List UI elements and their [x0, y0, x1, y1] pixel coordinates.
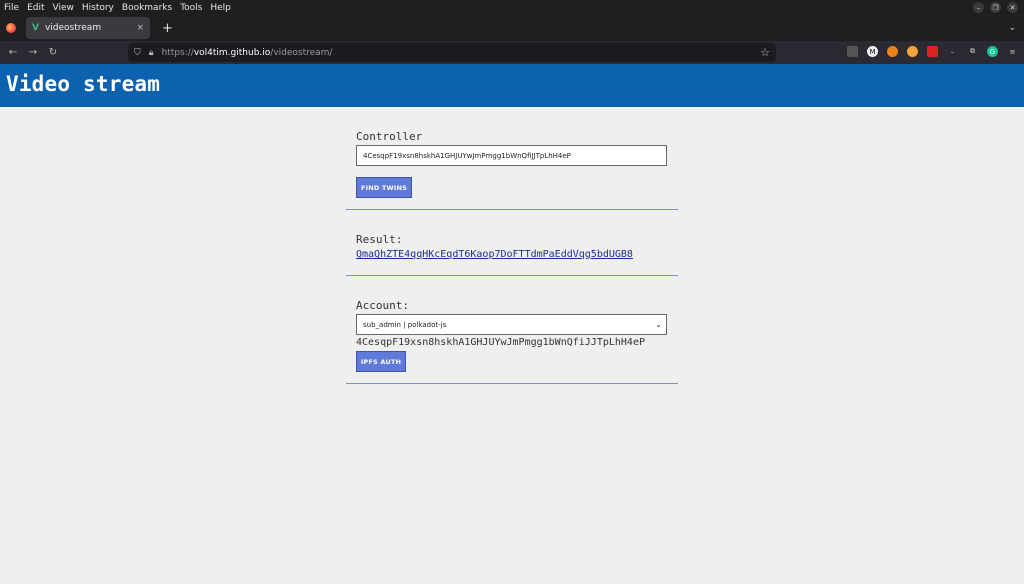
new-tab-button[interactable]: + [162, 21, 173, 36]
account-section: Account: sub_admin | polkadot-js ⌄ 4Cesq… [346, 298, 678, 384]
result-section: Result: QmaQhZTE4qqHKcEqdT6Kaop7DoFTTdmP… [346, 233, 678, 276]
menu-bar: File Edit View History Bookmarks Tools H… [0, 0, 1024, 15]
red-extension-icon[interactable] [927, 46, 938, 57]
account-select-value: sub_admin | polkadot-js [363, 320, 447, 329]
puzzle-extensions-icon[interactable]: ⧉ [967, 46, 978, 57]
forward-icon[interactable]: → [23, 47, 43, 58]
extensions-toolbar: M – ⧉ G ≡ [847, 46, 1018, 57]
account-select[interactable]: sub_admin | polkadot-js ⌄ [356, 314, 667, 335]
tab-videostream[interactable]: V videostream × [26, 17, 150, 39]
minimize-icon[interactable]: – [973, 2, 984, 13]
list-all-tabs-icon[interactable]: ⌄ [1008, 23, 1016, 33]
page-title: Video stream [6, 72, 161, 96]
reload-icon[interactable]: ↻ [43, 47, 63, 58]
hamburger-menu-icon[interactable]: ≡ [1007, 46, 1018, 57]
menu-tools[interactable]: Tools [180, 3, 202, 13]
tab-close-icon[interactable]: × [136, 23, 144, 33]
account-address: 4CesqpF19xsn8hskhA1GHJUYwJmPmgg1bWnQfiJJ… [356, 337, 645, 348]
fox-extension-icon[interactable] [887, 46, 898, 57]
menu-history[interactable]: History [82, 3, 114, 13]
shield-icon[interactable]: ⛉ [134, 48, 141, 58]
result-label: Result: [356, 233, 403, 246]
window-controls: – ❐ ✕ [973, 2, 1018, 13]
close-window-icon[interactable]: ✕ [1007, 2, 1018, 13]
restore-icon[interactable]: ❐ [990, 2, 1001, 13]
vue-icon: V [32, 23, 39, 33]
m-extension-icon[interactable]: M [867, 46, 878, 57]
controller-input[interactable]: 4CesqpF19xsn8hskhA1GHJUYwJmPmgg1bWnQfiJJ… [356, 145, 667, 166]
page-header: Video stream [0, 64, 1024, 107]
ipfs-auth-button[interactable]: IPFS AUTH [356, 351, 406, 372]
menu-edit[interactable]: Edit [27, 3, 44, 13]
dash-extension-icon[interactable]: – [947, 46, 958, 57]
find-twins-button[interactable]: FIND TWINS [356, 177, 412, 198]
menu-bookmarks[interactable]: Bookmarks [122, 3, 172, 13]
controller-section: Controller 4CesqpF19xsn8hskhA1GHJUYwJmPm… [346, 130, 678, 210]
bookmark-star-icon[interactable]: ☆ [760, 46, 770, 59]
back-icon[interactable]: ← [3, 47, 23, 58]
tab-bar: V videostream × + ⌄ [0, 15, 1024, 41]
menu-view[interactable]: View [53, 3, 74, 13]
url-bar[interactable]: ⛉ 🔒︎ https://vol4tim.github.io/videostre… [128, 43, 776, 62]
lock-icon[interactable]: 🔒︎ [149, 48, 154, 58]
smiley-extension-icon[interactable] [907, 46, 918, 57]
chevron-down-icon: ⌄ [655, 320, 662, 329]
url-text: https://vol4tim.github.io/videostream/ [161, 47, 333, 58]
grammarly-icon[interactable]: G [987, 46, 998, 57]
controller-label: Controller [356, 130, 423, 143]
menu-file[interactable]: File [4, 3, 19, 13]
firefox-icon [6, 23, 16, 33]
nav-bar: ← → ↻ ⛉ 🔒︎ https://vol4tim.github.io/vid… [0, 41, 1024, 64]
result-link[interactable]: QmaQhZTE4qqHKcEqdT6Kaop7DoFTTdmPaEddVqg5… [356, 249, 633, 260]
container-extension-icon[interactable] [847, 46, 858, 57]
menu-help[interactable]: Help [210, 3, 231, 13]
account-label: Account: [356, 299, 409, 312]
tab-title: videostream [44, 23, 102, 33]
